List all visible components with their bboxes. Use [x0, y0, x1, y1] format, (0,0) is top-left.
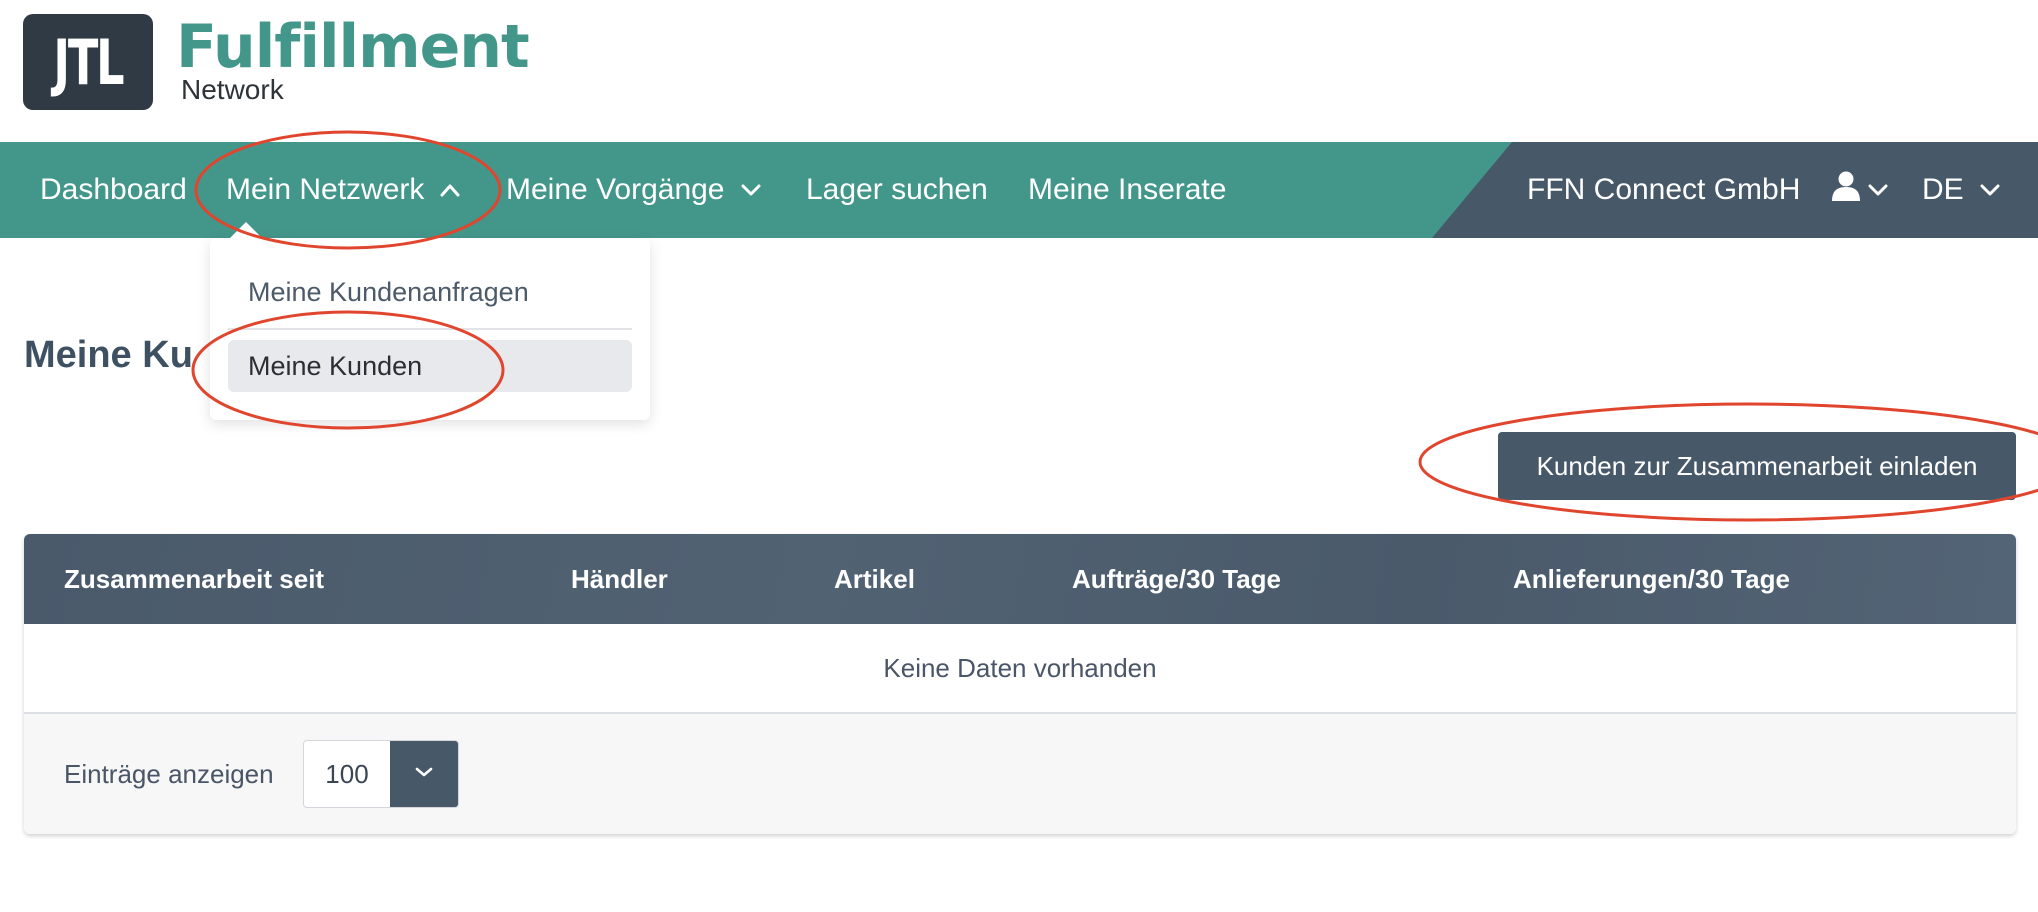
menu-divider	[228, 328, 632, 330]
nav-meine-vorgaenge[interactable]: Meine Vorgänge	[506, 142, 761, 238]
column-header-auftraege[interactable]: Aufträge/30 Tage	[1072, 534, 1281, 624]
company-name: FFN Connect GmbH	[1527, 173, 1801, 206]
entries-dropdown-button[interactable]	[390, 741, 458, 807]
column-header-zusammenarbeit[interactable]: Zusammenarbeit seit	[64, 534, 324, 624]
chevron-down-icon	[415, 765, 433, 783]
nav-meine-inserate-label: Meine Inserate	[1028, 173, 1227, 206]
nav-mein-netzwerk-label: Mein Netzwerk	[226, 173, 425, 206]
menu-item-label: Meine Kundenanfragen	[248, 276, 529, 307]
customers-table: Zusammenarbeit seit Händler Artikel Auft…	[24, 534, 2016, 834]
entries-label: Einträge anzeigen	[64, 758, 274, 789]
chevron-down-icon	[741, 183, 761, 197]
column-header-artikel[interactable]: Artikel	[834, 534, 915, 624]
chevron-up-icon	[440, 183, 460, 197]
language-label: DE	[1922, 173, 1964, 206]
empty-state-row: Keine Daten vorhanden	[24, 624, 2016, 714]
entries-value: 100	[325, 758, 369, 789]
entries-select[interactable]: 100	[303, 740, 459, 808]
nav-lager-suchen[interactable]: Lager suchen	[806, 142, 988, 238]
nav-company[interactable]: FFN Connect GmbH	[1527, 142, 1800, 238]
menu-item-label: Meine Kunden	[248, 350, 423, 381]
page-title: Meine Ku	[24, 334, 193, 376]
invite-button-label: Kunden zur Zusammenarbeit einladen	[1536, 450, 1978, 481]
dropdown-caret	[230, 222, 262, 238]
netzwerk-dropdown-menu: Meine Kundenanfragen Meine Kunden	[210, 238, 650, 420]
main-navbar: Dashboard Mein Netzwerk Meine Vorgänge L…	[0, 142, 2038, 238]
jtl-logo[interactable]: JTL	[23, 14, 153, 110]
chevron-down-icon	[1868, 183, 1888, 197]
user-menu[interactable]	[1832, 142, 1888, 238]
brand-title: Fulfillment	[176, 12, 530, 82]
menu-item-meine-kunden[interactable]: Meine Kunden	[228, 340, 632, 392]
empty-state-text: Keine Daten vorhanden	[883, 652, 1157, 683]
chevron-down-icon	[1980, 183, 2000, 197]
language-selector[interactable]: DE	[1922, 142, 2000, 238]
column-header-haendler[interactable]: Händler	[571, 534, 668, 624]
nav-meine-vorgaenge-label: Meine Vorgänge	[506, 173, 725, 206]
table-header: Zusammenarbeit seit Händler Artikel Auft…	[24, 534, 2016, 624]
user-icon	[1832, 171, 1860, 209]
nav-meine-inserate[interactable]: Meine Inserate	[1028, 142, 1226, 238]
menu-item-kundenanfragen[interactable]: Meine Kundenanfragen	[228, 266, 632, 318]
nav-dashboard[interactable]: Dashboard	[40, 142, 187, 238]
logo-text: JTL	[53, 25, 124, 99]
nav-dashboard-label: Dashboard	[40, 173, 187, 206]
brand-subtitle: Network	[181, 74, 284, 105]
invite-customers-button[interactable]: Kunden zur Zusammenarbeit einladen	[1498, 432, 2016, 500]
table-footer: Einträge anzeigen 100	[24, 714, 2016, 834]
nav-lager-suchen-label: Lager suchen	[806, 173, 988, 206]
column-header-anlieferungen[interactable]: Anlieferungen/30 Tage	[1513, 534, 1790, 624]
